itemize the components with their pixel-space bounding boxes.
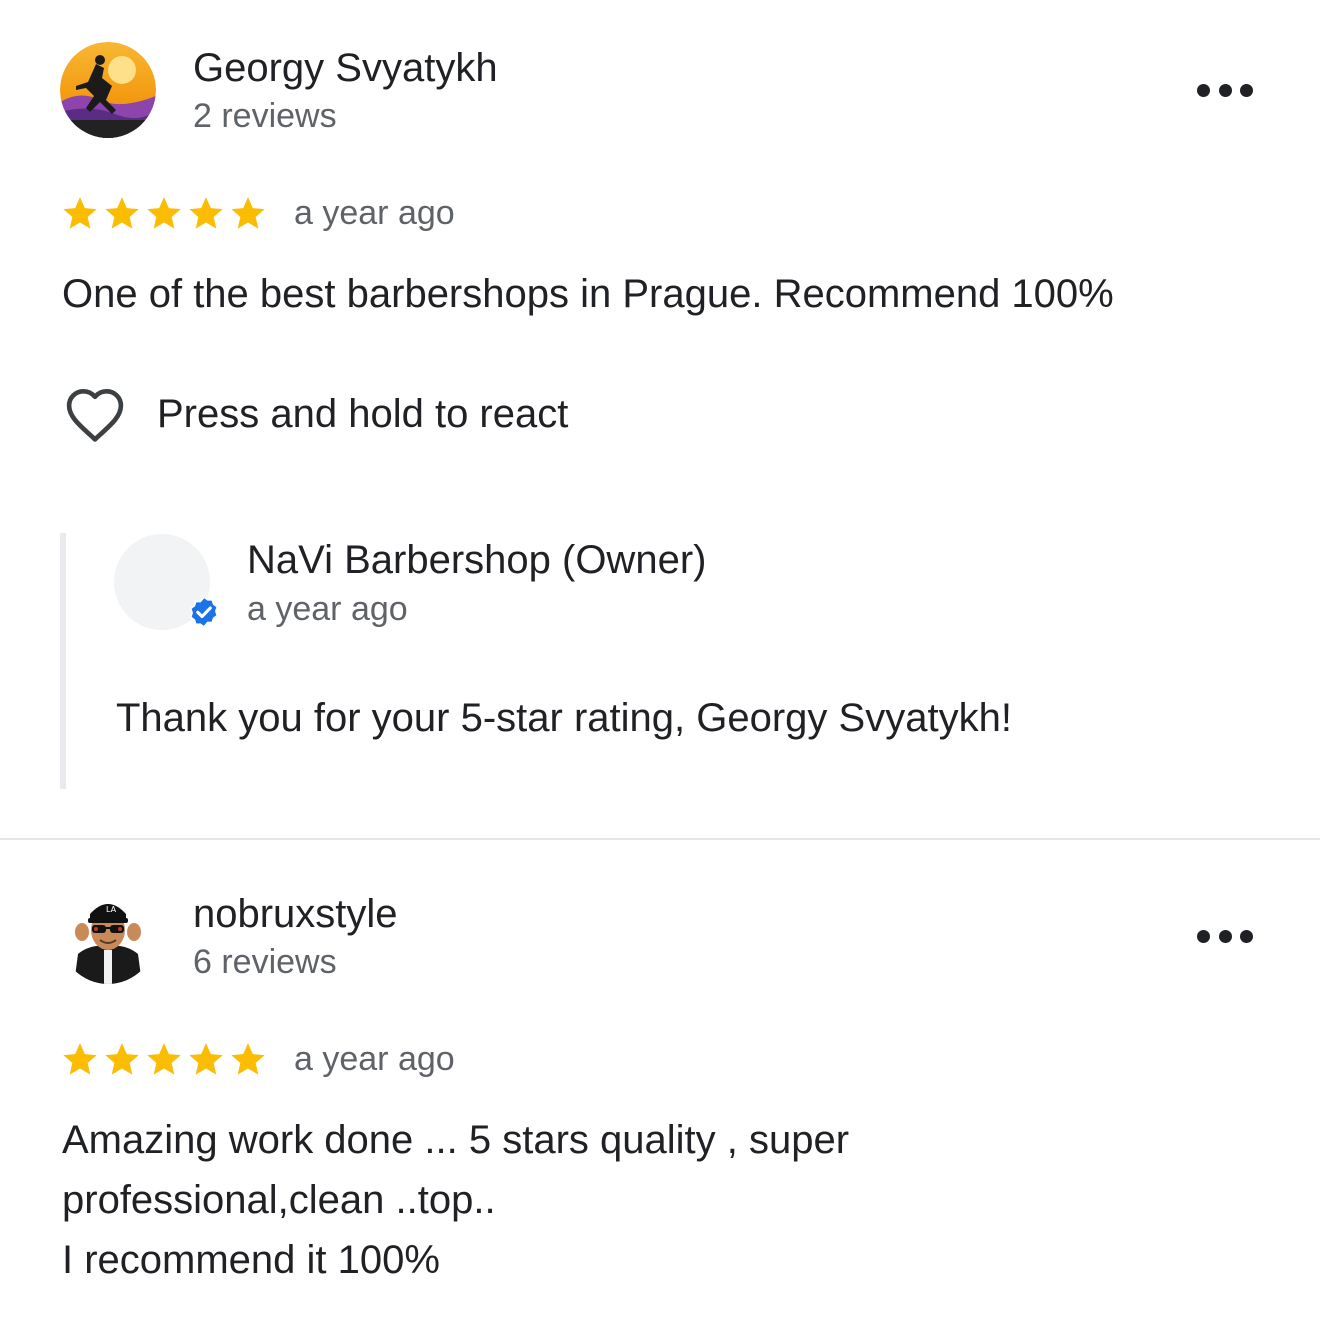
- avatar-image: LA: [60, 888, 156, 984]
- svg-text:LA: LA: [106, 905, 117, 914]
- owner-reply-time: a year ago: [247, 590, 408, 628]
- avatar[interactable]: LA: [60, 888, 156, 984]
- star-rating: [60, 1039, 268, 1079]
- review-text: Amazing work done ... 5 stars quality , …: [62, 1110, 849, 1290]
- star-icon: [189, 197, 223, 229]
- review-time: a year ago: [294, 1040, 455, 1078]
- review-text-line: professional,clean ..top..: [62, 1178, 496, 1222]
- avatar-image: [60, 42, 156, 138]
- react-button[interactable]: Press and hold to react: [62, 384, 568, 444]
- star-icon: [147, 197, 181, 229]
- review-text-line: I recommend it 100%: [62, 1238, 440, 1282]
- review-time: a year ago: [294, 194, 455, 232]
- react-label: Press and hold to react: [157, 391, 569, 436]
- more-options-icon[interactable]: [1197, 82, 1253, 98]
- star-icon: [231, 197, 265, 229]
- reviewer-review-count: 6 reviews: [193, 943, 337, 981]
- review-divider: [0, 838, 1320, 840]
- reviewer-review-count: 2 reviews: [193, 97, 337, 135]
- star-icon: [147, 1043, 181, 1075]
- star-icon: [189, 1043, 223, 1075]
- avatar[interactable]: [60, 42, 156, 138]
- star-icon: [231, 1043, 265, 1075]
- verified-badge-icon: [187, 595, 221, 634]
- more-options-icon[interactable]: [1197, 928, 1253, 944]
- star-icon: [105, 197, 139, 229]
- reviewer-name[interactable]: Georgy Svyatykh: [193, 48, 498, 88]
- star-icon: [105, 1043, 139, 1075]
- owner-name: NaVi Barbershop (Owner): [247, 538, 707, 582]
- review-text: One of the best barbershops in Prague. R…: [62, 272, 1114, 316]
- reply-indent-bar: [60, 533, 66, 789]
- review-text-line: Amazing work done ... 5 stars quality , …: [62, 1118, 850, 1162]
- heart-outline-icon: [66, 389, 124, 442]
- owner-reply-text: Thank you for your 5-star rating, Georgy…: [116, 696, 1012, 740]
- star-icon: [63, 197, 97, 229]
- star-rating: [60, 193, 268, 233]
- star-icon: [63, 1043, 97, 1075]
- reviewer-name[interactable]: nobruxstyle: [193, 894, 398, 934]
